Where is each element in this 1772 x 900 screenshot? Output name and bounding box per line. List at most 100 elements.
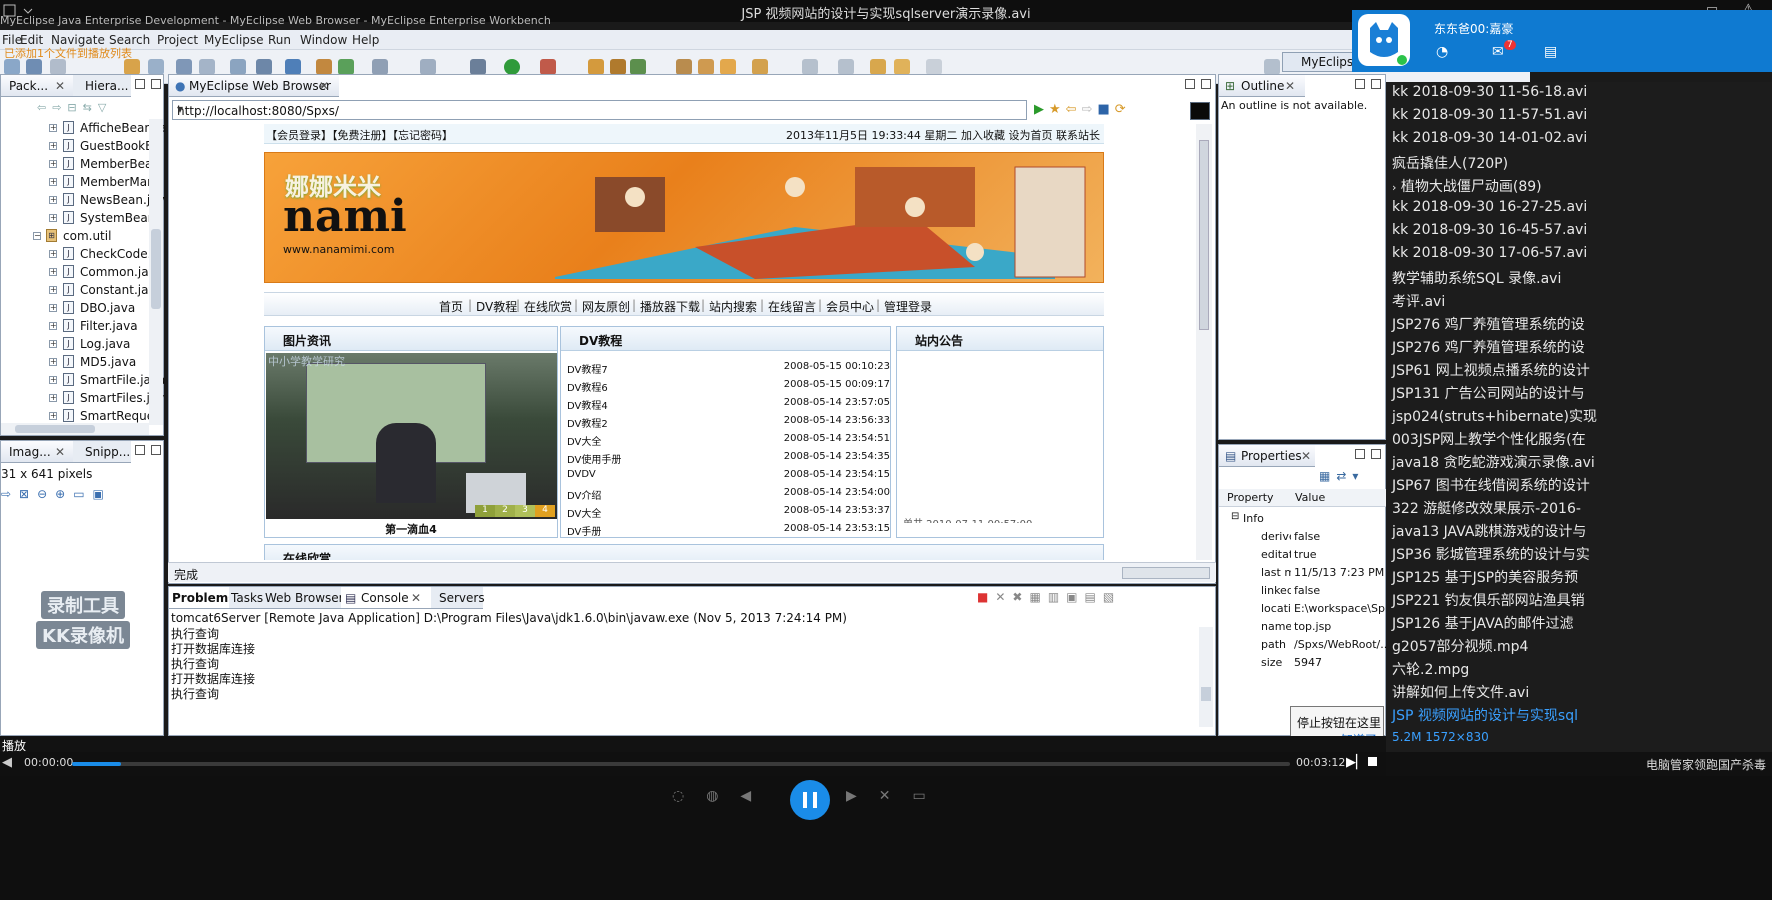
- avatar[interactable]: [1358, 14, 1410, 66]
- list-item[interactable]: 疯岳撬佳人(720P): [1392, 153, 1508, 176]
- list-item[interactable]: kk 2018-09-30 17-06-57.avi: [1392, 245, 1587, 268]
- properties-toolbar[interactable]: ▦⇄▾: [1319, 469, 1379, 485]
- mail-icon[interactable]: ✉: [1492, 44, 1504, 60]
- list-item[interactable]: java18 贪吃蛇游戏演示录像.avi: [1392, 452, 1595, 475]
- back-icon[interactable]: [870, 59, 886, 75]
- member-links[interactable]: 【会员登录】【免费注册】【忘记密码】: [266, 127, 453, 143]
- user-name[interactable]: 东东爸00:嘉豪: [1434, 20, 1513, 37]
- tab-hierarchy[interactable]: Hiera...: [73, 75, 131, 97]
- next-frame-icon[interactable]: ▶▏: [1346, 755, 1366, 770]
- maximize-icon[interactable]: [151, 445, 161, 455]
- open-perspective-icon[interactable]: [1264, 59, 1280, 75]
- pen-icon[interactable]: [698, 59, 714, 75]
- image-toolbar[interactable]: ⇨⊠⊖⊕▭▣: [1, 487, 131, 503]
- list-item[interactable]: 教学辅助系统SQL 录像.avi: [1392, 268, 1561, 291]
- tools-icon[interactable]: [420, 59, 436, 75]
- list-item[interactable]: JSP36 影城管理系统的设计与实: [1392, 544, 1590, 567]
- tab-web-browser[interactable]: ● MyEclipse Web Browser ✕: [169, 75, 339, 97]
- tab-outline[interactable]: ⊞ Outline ✕: [1219, 75, 1305, 97]
- menu-myeclipse[interactable]: MyEclipse: [204, 33, 264, 47]
- minimize-icon[interactable]: [1355, 79, 1365, 89]
- stop-icon[interactable]: [1368, 757, 1377, 766]
- list-item[interactable]: JSP276 鸡厂养殖管理系统的设: [1392, 337, 1585, 360]
- page-vertical-scrollbar[interactable]: [1196, 124, 1212, 560]
- open-type-icon[interactable]: [148, 59, 164, 75]
- external-tools-icon[interactable]: [540, 59, 556, 75]
- list-item[interactable]: 003JSP网上教学个性化服务(在: [1392, 429, 1586, 452]
- console-scrollbar[interactable]: [1199, 627, 1213, 727]
- nav-admin-login[interactable]: 管理登录: [884, 298, 932, 315]
- build-icon[interactable]: [124, 59, 140, 75]
- menu-project[interactable]: Project: [157, 33, 198, 47]
- tab-image[interactable]: Imag... ✕: [1, 441, 73, 463]
- list-item[interactable]: DVDV 2008-05-14 23:54:15: [567, 467, 890, 484]
- db-icon[interactable]: [256, 59, 272, 75]
- pause-button[interactable]: [790, 780, 830, 820]
- nav-original[interactable]: 网友原创: [582, 298, 630, 315]
- menu-help[interactable]: Help: [352, 33, 379, 47]
- clock-icon[interactable]: ◔: [1436, 44, 1448, 60]
- list-item[interactable]: g2057部分视频.mp4: [1392, 636, 1528, 659]
- property-row[interactable]: path/Spxs/WebRoot/...: [1219, 635, 1386, 653]
- camera-icon[interactable]: [372, 59, 388, 75]
- tab-snippets[interactable]: Snipp...: [73, 441, 131, 463]
- flag-icon[interactable]: [720, 59, 736, 75]
- nav-dv-tutorial[interactable]: DV教程: [476, 298, 517, 315]
- list-item[interactable]: 考评.avi: [1392, 291, 1445, 314]
- notice-scroll-text[interactable]: 单井 2010-07-11 00:57:00: [903, 515, 1032, 523]
- add-icon[interactable]: [338, 59, 354, 75]
- property-row[interactable]: size 5947: [1219, 653, 1385, 671]
- refresh-icon[interactable]: [630, 59, 646, 75]
- list-item[interactable]: 322 游艇修改效果展示-2016-: [1392, 498, 1581, 521]
- properties-group-info[interactable]: ⊟ Info: [1219, 509, 1385, 527]
- console-toolbar[interactable]: ■✕✖▦▥▣▤▧: [977, 590, 1207, 606]
- tree-horizontal-scrollbar[interactable]: [1, 423, 149, 435]
- undo-nav-icon[interactable]: [894, 59, 910, 75]
- list-item[interactable]: JSP276 鸡厂养殖管理系统的设: [1392, 314, 1585, 337]
- list-item[interactable]: DV手册 2008-05-14 23:53:15: [567, 521, 890, 538]
- menu-window[interactable]: Window: [300, 33, 347, 47]
- minimize-icon[interactable]: [135, 445, 145, 455]
- tab-servers[interactable]: Servers: [431, 587, 485, 609]
- list-item[interactable]: JSP221 钓友俱乐部网站渔具销: [1392, 590, 1585, 613]
- print-icon[interactable]: [50, 59, 66, 75]
- tab-properties[interactable]: ▤ Properties ✕: [1219, 445, 1315, 467]
- prev-annotation-icon[interactable]: [838, 59, 854, 75]
- list-item[interactable]: DV大全 2008-05-14 23:53:37: [567, 503, 890, 520]
- list-folder[interactable]: › 植物大战僵尸动画(89): [1392, 176, 1542, 199]
- seek-bar[interactable]: [72, 762, 1290, 766]
- prev-frame-icon[interactable]: ◀: [2, 755, 12, 770]
- list-item[interactable]: kk 2018-09-30 14-01-02.avi: [1392, 130, 1587, 153]
- menu-run[interactable]: Run: [268, 33, 291, 47]
- tree-vertical-scrollbar[interactable]: [149, 119, 163, 425]
- list-item[interactable]: JSP131 广告公司网站的设计与: [1392, 383, 1585, 406]
- search-icon[interactable]: [676, 59, 692, 75]
- explorer-toolbar[interactable]: ⇦⇨⊟⇆▽: [37, 101, 157, 117]
- tab-console[interactable]: ▤ Console ✕: [341, 587, 431, 609]
- property-row[interactable]: linked false: [1219, 581, 1385, 599]
- tab-package-explorer[interactable]: Pack... ✕: [1, 75, 73, 97]
- wizard-icon[interactable]: [230, 59, 246, 75]
- nav-online-view[interactable]: 在线欣赏: [524, 298, 572, 315]
- list-item[interactable]: DV介绍 2008-05-14 23:54:00: [567, 485, 890, 502]
- list-item[interactable]: JSP126 基于JAVA的邮件过滤: [1392, 613, 1573, 636]
- list-item[interactable]: kk 2018-09-30 16-45-57.avi: [1392, 222, 1587, 245]
- list-item[interactable]: JSP67 图书在线借阅系统的设计: [1392, 475, 1590, 498]
- list-item[interactable]: 讲解如何上传文件.avi: [1392, 682, 1529, 705]
- open-type-2-icon[interactable]: [610, 59, 626, 75]
- next-annotation-icon[interactable]: [802, 59, 818, 75]
- list-item[interactable]: java13 JAVA跳棋游戏的设计与: [1392, 521, 1586, 544]
- list-item[interactable]: kk 2018-09-30 11-56-18.avi: [1392, 84, 1587, 107]
- browser-nav-buttons[interactable]: ▶★⇦⇨■⟳: [1034, 102, 1214, 120]
- forward-icon[interactable]: [926, 59, 942, 75]
- maximize-icon[interactable]: [1371, 449, 1381, 459]
- list-item[interactable]: DV教程4 2008-05-14 23:57:05: [567, 395, 890, 412]
- picture-caption[interactable]: 第一滴血4: [265, 521, 557, 537]
- slide-page-2[interactable]: 2: [495, 505, 515, 517]
- fullscreen-icon[interactable]: [1190, 102, 1210, 120]
- top-right-links[interactable]: 加入收藏 设为首页 联系站长: [961, 127, 1100, 143]
- folder-icon[interactable]: [316, 59, 332, 75]
- open-task-icon[interactable]: [588, 59, 604, 75]
- nav-site-search[interactable]: 站内搜索: [709, 298, 757, 315]
- property-row[interactable]: locati E:\workspace\Sp...: [1219, 599, 1386, 617]
